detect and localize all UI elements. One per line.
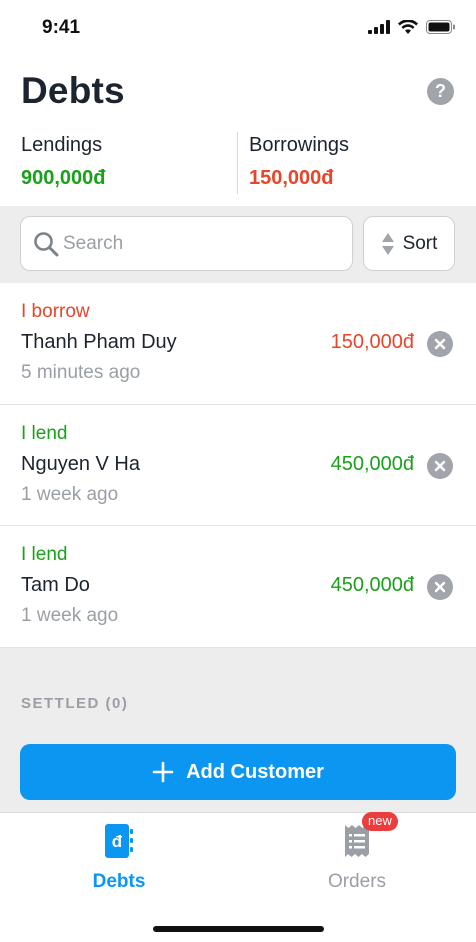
debt-row[interactable]: I borrow Thanh Pham Duy 5 minutes ago 15… (0, 283, 476, 405)
tab-bar: đ Debts Orders new (0, 812, 476, 942)
status-icons (368, 20, 456, 34)
debt-amount: 150,000đ (330, 331, 414, 353)
debt-type: I borrow (21, 301, 90, 322)
borrowings-label: Borrowings (249, 134, 350, 156)
lendings-summary: Lendings 900,000đ (21, 134, 106, 190)
help-button[interactable]: ? (427, 78, 454, 105)
close-icon (434, 338, 446, 350)
wifi-icon (398, 20, 418, 34)
debt-time: 5 minutes ago (21, 362, 141, 383)
debt-row[interactable]: I lend Tam Do 1 week ago 450,000đ (0, 526, 476, 648)
tab-debts[interactable]: đ Debts (0, 821, 238, 893)
close-icon (434, 581, 446, 593)
new-badge: new (362, 812, 398, 831)
debt-book-icon: đ (105, 824, 133, 858)
remove-debt-button[interactable] (427, 452, 453, 479)
debt-customer-name: Tam Do (21, 574, 90, 596)
debt-customer-name: Nguyen V Ha (21, 452, 140, 475)
add-customer-label: Add Customer (186, 760, 324, 783)
tab-orders-label: Orders (327, 871, 387, 892)
debt-time: 1 week ago (21, 483, 119, 505)
debt-time: 1 week ago (21, 605, 119, 626)
sort-label: Sort (402, 232, 438, 254)
close-icon (434, 460, 446, 471)
borrowings-summary: Borrowings 150,000đ (249, 134, 349, 190)
plus-icon (152, 761, 174, 783)
question-circle-icon: ? (435, 81, 446, 101)
status-time: 9:41 (42, 17, 81, 38)
debt-row[interactable]: I lend Nguyen V Ha 1 week ago 450,000đ (0, 404, 476, 526)
header: Debts ? (0, 68, 476, 118)
debt-book-glyph: đ (112, 832, 123, 851)
debt-amount: 450,000đ (330, 574, 414, 596)
debt-list: I borrow Thanh Pham Duy 5 minutes ago 15… (0, 283, 476, 648)
battery-icon (426, 20, 455, 34)
sort-button[interactable]: Sort (363, 216, 455, 271)
search-toolbar: Sort (0, 206, 476, 283)
debt-type: I lend (21, 422, 68, 444)
lendings-value: 900,000đ (21, 167, 106, 189)
settled-header[interactable]: SETTLED (0) (21, 695, 128, 712)
tab-debts-label: Debts (92, 871, 146, 892)
summary-divider (237, 132, 238, 194)
debt-type: I lend (21, 544, 68, 565)
home-indicator (153, 926, 324, 932)
tab-orders[interactable]: Orders (238, 821, 476, 893)
search-box[interactable] (20, 216, 353, 271)
lendings-label: Lendings (21, 134, 103, 156)
settled-section: SETTLED (0) Add Customer (0, 648, 476, 812)
remove-debt-button[interactable] (427, 574, 453, 600)
page-title: Debts (21, 70, 125, 111)
search-icon (34, 231, 59, 256)
status-bar: 9:41 (0, 0, 476, 58)
borrowings-value: 150,000đ (249, 167, 334, 189)
sort-icon (381, 232, 394, 255)
search-input[interactable] (63, 232, 323, 255)
tab-debts-icon-wrap: đ (99, 821, 139, 861)
debt-summary: Lendings 900,000đ Borrowings 150,000đ (0, 128, 476, 204)
debt-amount: 450,000đ (330, 452, 414, 475)
remove-debt-button[interactable] (427, 331, 453, 357)
cellular-signal-icon (368, 20, 390, 34)
add-customer-button[interactable]: Add Customer (20, 744, 456, 800)
debt-customer-name: Thanh Pham Duy (21, 331, 177, 353)
